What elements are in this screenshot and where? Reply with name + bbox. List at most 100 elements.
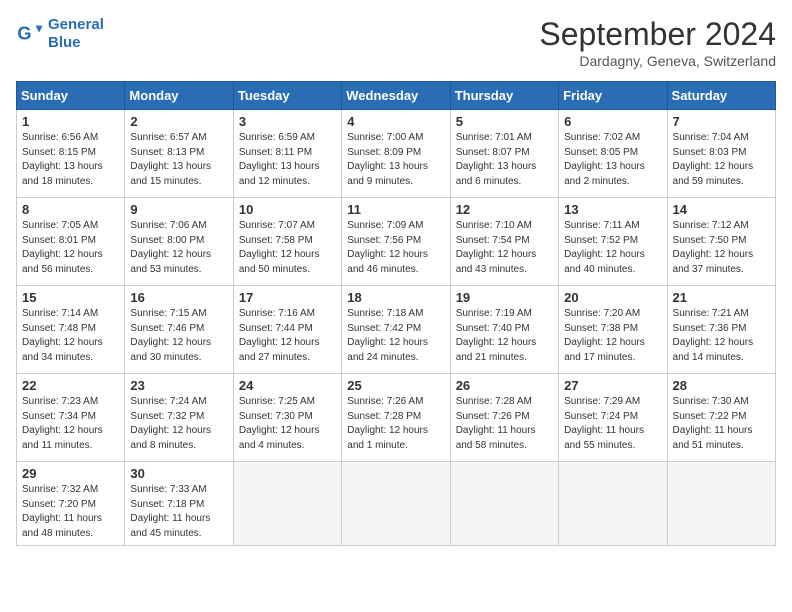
logo-line2: Blue (48, 34, 81, 51)
calendar-day: 24 Sunrise: 7:25 AM Sunset: 7:30 PM Dayl… (233, 374, 341, 462)
calendar-header-row: SundayMondayTuesdayWednesdayThursdayFrid… (17, 82, 776, 110)
day-info: Sunrise: 7:12 AM Sunset: 7:50 PM Dayligh… (673, 219, 770, 277)
calendar-day: 28 Sunrise: 7:30 AM Sunset: 7:22 PM Dayl… (667, 374, 775, 462)
day-info: Sunrise: 7:23 AM Sunset: 7:34 PM Dayligh… (22, 395, 119, 453)
day-info: Sunrise: 7:15 AM Sunset: 7:46 PM Dayligh… (130, 307, 227, 365)
logo-icon: G (16, 20, 44, 48)
calendar-day: 1 Sunrise: 6:56 AM Sunset: 8:15 PM Dayli… (17, 110, 125, 198)
day-number: 13 (564, 202, 661, 217)
calendar-week-4: 29 Sunrise: 7:32 AM Sunset: 7:20 PM Dayl… (17, 462, 776, 546)
calendar-week-1: 8 Sunrise: 7:05 AM Sunset: 8:01 PM Dayli… (17, 198, 776, 286)
day-number: 17 (239, 290, 336, 305)
day-info: Sunrise: 7:18 AM Sunset: 7:42 PM Dayligh… (347, 307, 444, 365)
calendar-day: 9 Sunrise: 7:06 AM Sunset: 8:00 PM Dayli… (125, 198, 233, 286)
day-number: 20 (564, 290, 661, 305)
day-info: Sunrise: 7:05 AM Sunset: 8:01 PM Dayligh… (22, 219, 119, 277)
day-number: 30 (130, 466, 227, 481)
header-monday: Monday (125, 82, 233, 110)
calendar-day: 30 Sunrise: 7:33 AM Sunset: 7:18 PM Dayl… (125, 462, 233, 546)
header-tuesday: Tuesday (233, 82, 341, 110)
day-number: 25 (347, 378, 444, 393)
day-info: Sunrise: 7:25 AM Sunset: 7:30 PM Dayligh… (239, 395, 336, 453)
calendar-day: 20 Sunrise: 7:20 AM Sunset: 7:38 PM Dayl… (559, 286, 667, 374)
logo-line1: General (48, 16, 104, 33)
calendar-week-0: 1 Sunrise: 6:56 AM Sunset: 8:15 PM Dayli… (17, 110, 776, 198)
calendar-day: 8 Sunrise: 7:05 AM Sunset: 8:01 PM Dayli… (17, 198, 125, 286)
day-info: Sunrise: 7:14 AM Sunset: 7:48 PM Dayligh… (22, 307, 119, 365)
day-number: 3 (239, 114, 336, 129)
calendar-day: 11 Sunrise: 7:09 AM Sunset: 7:56 PM Dayl… (342, 198, 450, 286)
day-info: Sunrise: 7:29 AM Sunset: 7:24 PM Dayligh… (564, 395, 661, 453)
day-number: 22 (22, 378, 119, 393)
header-saturday: Saturday (667, 82, 775, 110)
calendar-day: 29 Sunrise: 7:32 AM Sunset: 7:20 PM Dayl… (17, 462, 125, 546)
day-info: Sunrise: 7:16 AM Sunset: 7:44 PM Dayligh… (239, 307, 336, 365)
calendar-day (559, 462, 667, 546)
logo: G General Blue (16, 16, 104, 52)
title-block: September 2024 Dardagny, Geneva, Switzer… (539, 16, 776, 69)
location: Dardagny, Geneva, Switzerland (539, 53, 776, 69)
day-info: Sunrise: 7:01 AM Sunset: 8:07 PM Dayligh… (456, 131, 553, 189)
header-sunday: Sunday (17, 82, 125, 110)
day-number: 15 (22, 290, 119, 305)
day-info: Sunrise: 7:07 AM Sunset: 7:58 PM Dayligh… (239, 219, 336, 277)
day-info: Sunrise: 7:02 AM Sunset: 8:05 PM Dayligh… (564, 131, 661, 189)
calendar-body: 1 Sunrise: 6:56 AM Sunset: 8:15 PM Dayli… (17, 110, 776, 546)
day-number: 8 (22, 202, 119, 217)
day-number: 27 (564, 378, 661, 393)
day-number: 10 (239, 202, 336, 217)
day-info: Sunrise: 7:32 AM Sunset: 7:20 PM Dayligh… (22, 483, 119, 541)
calendar-day: 27 Sunrise: 7:29 AM Sunset: 7:24 PM Dayl… (559, 374, 667, 462)
day-info: Sunrise: 7:24 AM Sunset: 7:32 PM Dayligh… (130, 395, 227, 453)
day-number: 28 (673, 378, 770, 393)
day-number: 1 (22, 114, 119, 129)
day-info: Sunrise: 7:20 AM Sunset: 7:38 PM Dayligh… (564, 307, 661, 365)
day-number: 6 (564, 114, 661, 129)
day-info: Sunrise: 7:11 AM Sunset: 7:52 PM Dayligh… (564, 219, 661, 277)
calendar-day: 2 Sunrise: 6:57 AM Sunset: 8:13 PM Dayli… (125, 110, 233, 198)
day-number: 14 (673, 202, 770, 217)
calendar-week-3: 22 Sunrise: 7:23 AM Sunset: 7:34 PM Dayl… (17, 374, 776, 462)
day-number: 9 (130, 202, 227, 217)
day-info: Sunrise: 6:59 AM Sunset: 8:11 PM Dayligh… (239, 131, 336, 189)
day-number: 2 (130, 114, 227, 129)
calendar-day: 21 Sunrise: 7:21 AM Sunset: 7:36 PM Dayl… (667, 286, 775, 374)
day-info: Sunrise: 7:00 AM Sunset: 8:09 PM Dayligh… (347, 131, 444, 189)
calendar-day: 6 Sunrise: 7:02 AM Sunset: 8:05 PM Dayli… (559, 110, 667, 198)
calendar-day: 23 Sunrise: 7:24 AM Sunset: 7:32 PM Dayl… (125, 374, 233, 462)
day-number: 7 (673, 114, 770, 129)
calendar-day: 10 Sunrise: 7:07 AM Sunset: 7:58 PM Dayl… (233, 198, 341, 286)
calendar-day (450, 462, 558, 546)
day-number: 23 (130, 378, 227, 393)
calendar-day: 14 Sunrise: 7:12 AM Sunset: 7:50 PM Dayl… (667, 198, 775, 286)
calendar-day: 22 Sunrise: 7:23 AM Sunset: 7:34 PM Dayl… (17, 374, 125, 462)
day-info: Sunrise: 7:30 AM Sunset: 7:22 PM Dayligh… (673, 395, 770, 453)
day-info: Sunrise: 7:26 AM Sunset: 7:28 PM Dayligh… (347, 395, 444, 453)
day-info: Sunrise: 7:21 AM Sunset: 7:36 PM Dayligh… (673, 307, 770, 365)
day-info: Sunrise: 7:09 AM Sunset: 7:56 PM Dayligh… (347, 219, 444, 277)
page-header: G General Blue September 2024 Dardagny, … (16, 16, 776, 69)
header-wednesday: Wednesday (342, 82, 450, 110)
day-info: Sunrise: 7:06 AM Sunset: 8:00 PM Dayligh… (130, 219, 227, 277)
calendar-day: 12 Sunrise: 7:10 AM Sunset: 7:54 PM Dayl… (450, 198, 558, 286)
calendar-day (233, 462, 341, 546)
calendar-day: 4 Sunrise: 7:00 AM Sunset: 8:09 PM Dayli… (342, 110, 450, 198)
day-number: 4 (347, 114, 444, 129)
calendar-week-2: 15 Sunrise: 7:14 AM Sunset: 7:48 PM Dayl… (17, 286, 776, 374)
day-info: Sunrise: 6:57 AM Sunset: 8:13 PM Dayligh… (130, 131, 227, 189)
day-number: 16 (130, 290, 227, 305)
calendar-day: 25 Sunrise: 7:26 AM Sunset: 7:28 PM Dayl… (342, 374, 450, 462)
day-number: 26 (456, 378, 553, 393)
month-title: September 2024 (539, 16, 776, 53)
day-number: 11 (347, 202, 444, 217)
calendar-day: 26 Sunrise: 7:28 AM Sunset: 7:26 PM Dayl… (450, 374, 558, 462)
day-number: 21 (673, 290, 770, 305)
calendar-day: 15 Sunrise: 7:14 AM Sunset: 7:48 PM Dayl… (17, 286, 125, 374)
calendar-table: SundayMondayTuesdayWednesdayThursdayFrid… (16, 81, 776, 546)
day-info: Sunrise: 7:28 AM Sunset: 7:26 PM Dayligh… (456, 395, 553, 453)
calendar-day: 17 Sunrise: 7:16 AM Sunset: 7:44 PM Dayl… (233, 286, 341, 374)
calendar-day (667, 462, 775, 546)
day-number: 24 (239, 378, 336, 393)
day-info: Sunrise: 7:10 AM Sunset: 7:54 PM Dayligh… (456, 219, 553, 277)
calendar-day: 16 Sunrise: 7:15 AM Sunset: 7:46 PM Dayl… (125, 286, 233, 374)
